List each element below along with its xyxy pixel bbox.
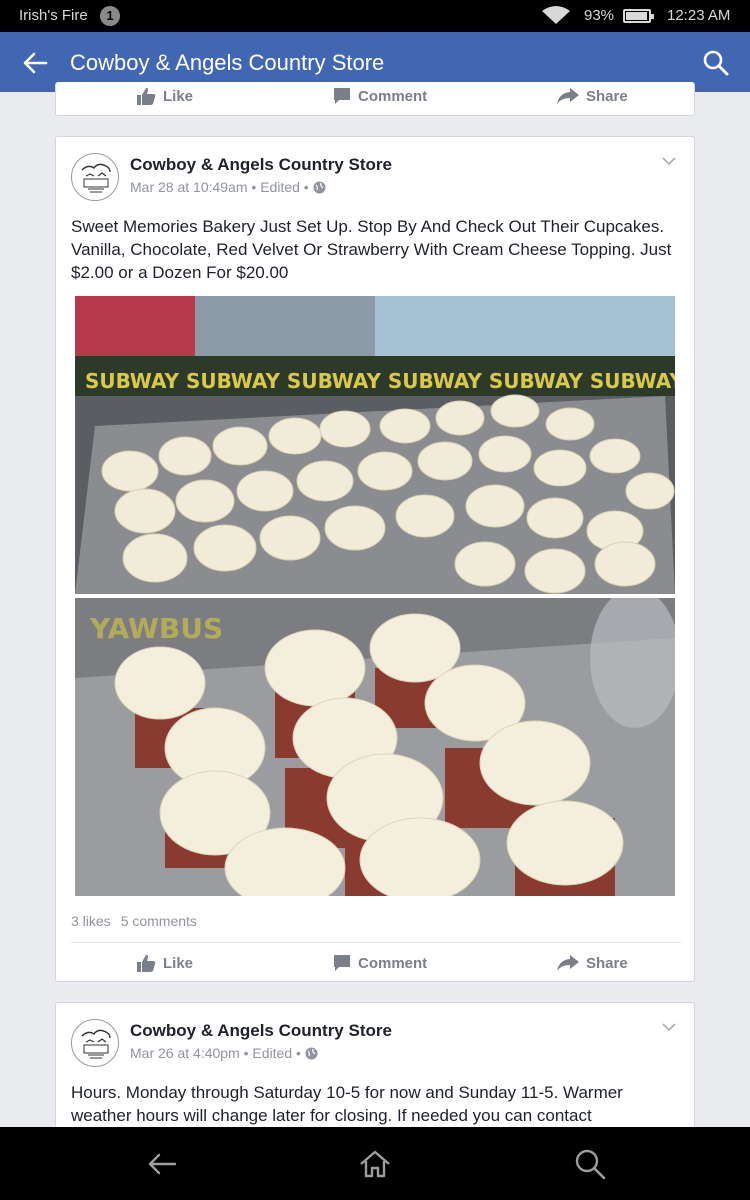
share-label: Share [586, 954, 628, 972]
notification-badge: 1 [100, 6, 120, 26]
globe-icon [313, 181, 326, 193]
post-meta: Mar 28 at 10:49am • Edited • [130, 179, 326, 195]
svg-text:YAWBUS: YAWBUS [89, 612, 223, 645]
post-meta: Mar 26 at 4:40pm • Edited • [130, 1045, 318, 1061]
cupcakes-photo-icon: SUBWAY SUBWAY SUBWAY SUBWAY SUBWAY SUBWA… [75, 296, 675, 594]
share-button[interactable]: Share [557, 76, 628, 116]
post-photo[interactable]: SUBWAY SUBWAY SUBWAY SUBWAY SUBWAY SUBWA… [75, 296, 675, 594]
nav-home-icon[interactable] [358, 1147, 392, 1181]
carrier-label: Irish's Fire [19, 7, 88, 24]
nav-search-icon[interactable] [573, 1147, 607, 1181]
page-avatar[interactable] [71, 153, 119, 201]
store-logo-icon [81, 1029, 111, 1059]
search-icon[interactable] [702, 49, 730, 77]
share-button[interactable]: Share [557, 943, 628, 983]
post-card: Cowboy & Angels Country Store Mar 28 at … [55, 136, 695, 982]
share-label: Share [586, 87, 628, 105]
post-header: Cowboy & Angels Country Store Mar 26 at … [71, 1019, 681, 1069]
reaction-counts: 3 likes 5 comments [71, 913, 197, 929]
post-timestamp[interactable]: Mar 28 at 10:49am • Edited • [130, 179, 309, 195]
like-label: Like [163, 954, 194, 972]
comments-count[interactable]: 5 comments [121, 913, 197, 929]
battery-percent: 93% [584, 7, 615, 24]
like-label: Like [163, 87, 194, 105]
battery-icon [623, 9, 654, 23]
share-arrow-icon [557, 88, 579, 104]
chevron-down-icon[interactable] [661, 153, 677, 169]
thumbs-up-icon [137, 954, 156, 972]
like-button[interactable]: Like [136, 76, 193, 116]
post-body: Hours. Monday through Saturday 10-5 for … [71, 1083, 623, 1125]
status-bar: Irish's Fire 1 93% 12:23 AM [0, 0, 750, 32]
comment-button[interactable]: Comment [333, 943, 427, 983]
likes-count[interactable]: 3 likes [71, 913, 111, 929]
store-logo-icon [81, 163, 111, 193]
previous-post-actions: Like Comment Share [71, 76, 681, 116]
post-body: Sweet Memories Bakery Just Set Up. Stop … [71, 217, 672, 282]
chevron-down-icon[interactable] [661, 1019, 677, 1035]
arrow-left-icon[interactable] [22, 50, 48, 76]
system-nav-bar [0, 1127, 750, 1200]
share-arrow-icon [557, 955, 579, 971]
post-header: Cowboy & Angels Country Store Mar 28 at … [71, 153, 681, 203]
post-card: Cowboy & Angels Country Store Mar 26 at … [55, 1002, 695, 1142]
previous-post-card: Like Comment Share [55, 82, 695, 116]
page-avatar[interactable] [71, 1019, 119, 1067]
post-actions: Like Comment Share [71, 943, 681, 983]
comment-bubble-icon [334, 88, 350, 104]
comment-label: Comment [358, 954, 428, 972]
screen: Irish's Fire 1 93% 12:23 AM Cowboy & Ang… [0, 0, 750, 1200]
clock: 12:23 AM [667, 7, 731, 24]
cupcakes-closeup-photo-icon: YAWBUS [75, 598, 675, 896]
page-name-link[interactable]: Cowboy & Angels Country Store [130, 155, 392, 175]
comment-bubble-icon [334, 955, 350, 971]
post-photo[interactable]: YAWBUS [75, 598, 675, 896]
page-title: Cowboy & Angels Country Store [70, 50, 385, 75]
comment-button[interactable]: Comment [333, 76, 427, 116]
page-name-link[interactable]: Cowboy & Angels Country Store [130, 1021, 392, 1041]
wifi-icon [542, 6, 570, 24]
globe-icon [305, 1047, 318, 1059]
comment-label: Comment [358, 87, 428, 105]
svg-text:SUBWAY SUBWAY SUBWAY SUBWAY SU: SUBWAY SUBWAY SUBWAY SUBWAY SUBWAY SUBWA… [85, 369, 675, 393]
nav-back-icon[interactable] [145, 1147, 179, 1181]
like-button[interactable]: Like [136, 943, 193, 983]
thumbs-up-icon [137, 87, 156, 105]
post-timestamp[interactable]: Mar 26 at 4:40pm • Edited • [130, 1045, 301, 1061]
